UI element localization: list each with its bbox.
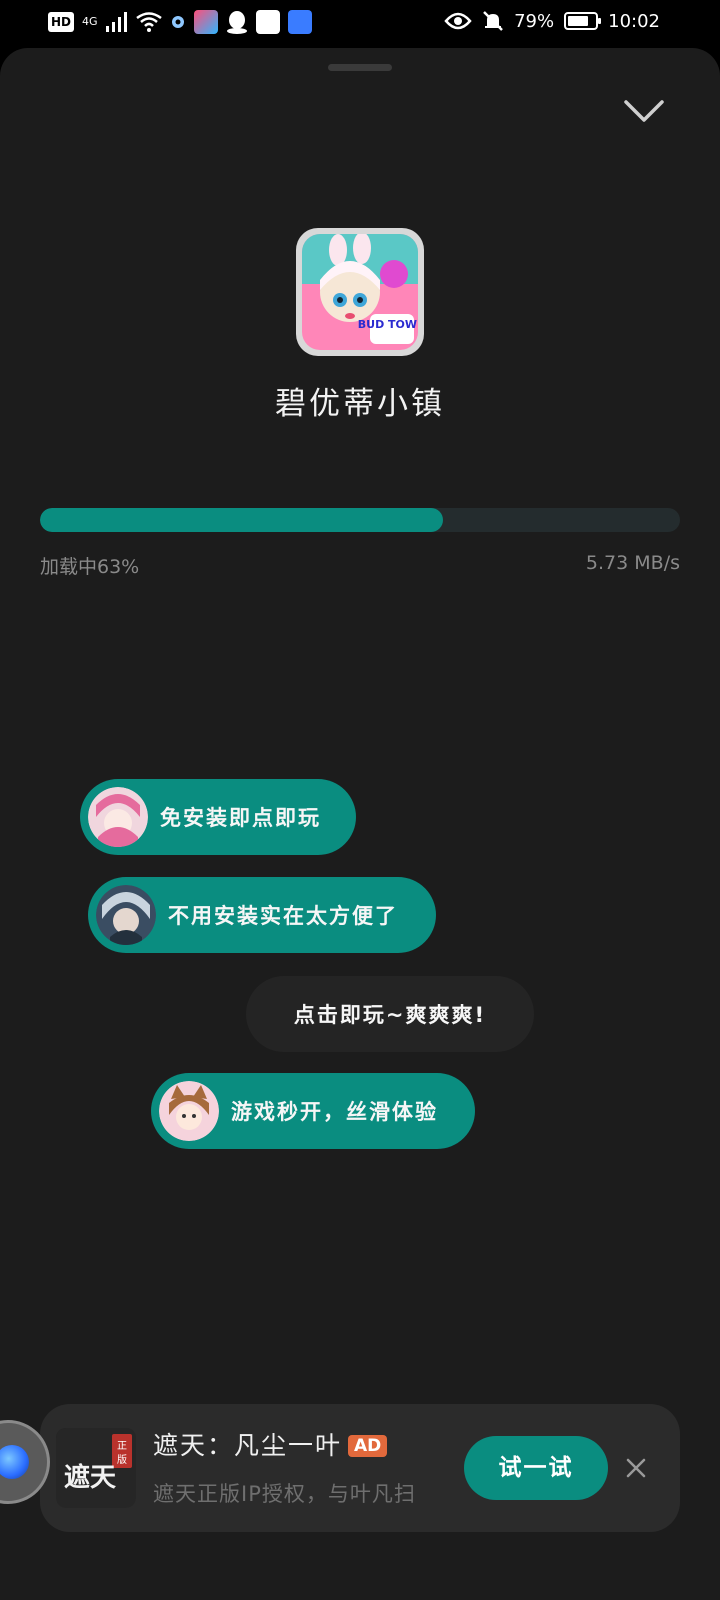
signal-icon xyxy=(105,12,127,32)
eye-icon xyxy=(444,12,472,30)
clock: 10:02 xyxy=(608,10,660,32)
ad-icon-badge: 正 xyxy=(117,1441,127,1452)
hd-badge: HD xyxy=(48,12,75,32)
status-bar-right: 79% 10:02 xyxy=(444,10,660,32)
floating-ball-icon xyxy=(0,1445,29,1479)
promo-bubble: 免安装即点即玩 xyxy=(80,779,356,855)
download-speed: 5.73 MB/s xyxy=(585,552,680,574)
gear-small-icon xyxy=(171,16,184,28)
download-progress-fill xyxy=(40,508,444,532)
promo-bubble: 不用安装实在太方便了 xyxy=(88,877,436,953)
loading-sheet: BUD TOWN 碧优蒂小镇 加载中63% 5.73 MB/s 免安装即点即玩 xyxy=(0,48,720,1600)
ad-title: 遮天：凡尘一叶 AD xyxy=(153,1426,388,1462)
download-progress-bar xyxy=(40,508,680,532)
status-bar: HD 4G 79% 10:02 xyxy=(0,0,720,48)
bubble-text: 不用安装实在太方便了 xyxy=(168,904,398,928)
ad-icon-title: 遮天 xyxy=(64,1462,116,1493)
bubble-text: 免安装即点即玩 xyxy=(160,806,321,830)
avatar-silver-hair xyxy=(96,885,156,945)
promo-bubble: 游戏秒开，丝滑体验 xyxy=(151,1073,475,1149)
screen: HD 4G 79% 10:02 BUD TOW 碧优蒂小镇 加载中63% 5.7… xyxy=(0,0,720,1600)
wifi-icon xyxy=(135,12,162,32)
qq-icon xyxy=(226,11,247,34)
drag-handle[interactable] xyxy=(328,64,392,71)
avatar-pink-hair xyxy=(88,787,148,847)
ad-icon-badge-2: 版 xyxy=(117,1453,127,1466)
ad-game-artwork: 正 版 遮天 xyxy=(56,1428,136,1508)
ad-title-text: 遮天：凡尘一叶 xyxy=(153,1431,343,1460)
game-artwork-icon: BUD TOWN xyxy=(302,232,426,350)
app-name: 碧优蒂小镇 xyxy=(275,386,445,422)
ad-card[interactable]: 正 版 遮天 遮天：凡尘一叶 AD 遮天正版IP授权，与叶凡扫 试一试 xyxy=(40,1404,680,1532)
bubble-text: 游戏秒开，丝滑体验 xyxy=(231,1100,438,1124)
bubble-text: 点击即玩~爽爽爽! xyxy=(293,1003,487,1027)
close-icon[interactable] xyxy=(620,1452,652,1484)
network-type: 4G xyxy=(82,15,98,28)
doc-app-icon xyxy=(287,10,312,34)
ad-game-icon: 正 版 遮天 xyxy=(56,1428,136,1508)
try-it-button[interactable]: 试一试 xyxy=(464,1436,608,1500)
bell-muted-icon xyxy=(483,11,503,31)
promo-bubble: 点击即玩~爽爽爽! xyxy=(246,976,534,1052)
owl-app-icon xyxy=(255,10,280,34)
app-notification-icon xyxy=(193,10,218,34)
chevron-down-icon[interactable] xyxy=(622,96,666,128)
loading-status: 加载中63% xyxy=(40,556,140,578)
ad-badge: AD xyxy=(348,1435,388,1457)
battery-fill xyxy=(568,16,588,26)
avatar-cat-ears xyxy=(159,1081,219,1141)
game-app-icon: BUD TOWN xyxy=(296,228,426,356)
status-bar-left: HD 4G xyxy=(48,10,312,34)
battery-percent: 79% xyxy=(514,10,555,32)
ad-description: 遮天正版IP授权，与叶凡扫 xyxy=(153,1482,416,1506)
game-logo-text: BUD TOWN xyxy=(358,318,418,331)
battery-icon xyxy=(564,12,602,30)
